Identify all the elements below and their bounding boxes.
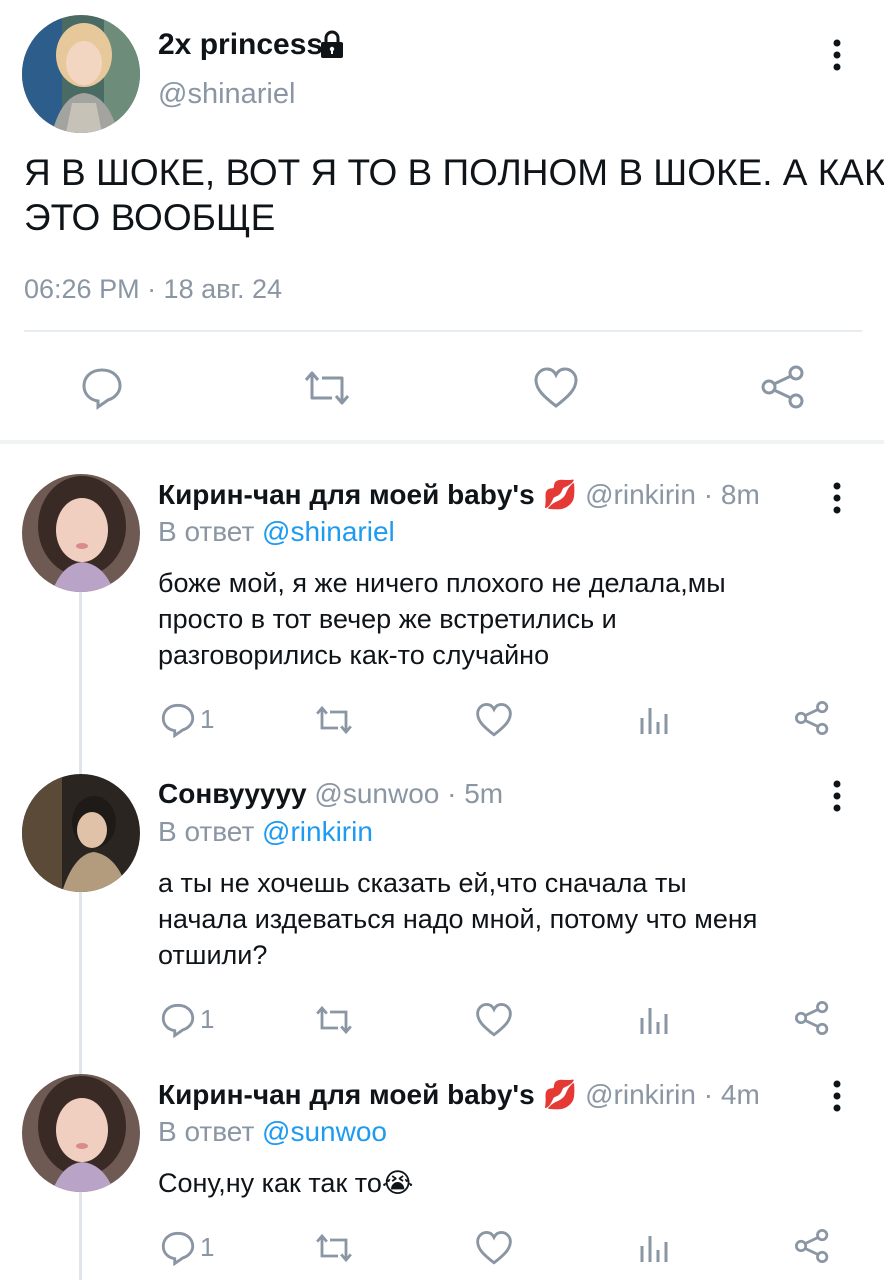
heart-icon[interactable]: [475, 1002, 513, 1038]
replying-to-prefix: В ответ: [158, 816, 255, 847]
reply-text-line1: боже мой, я же ничего плохого не делала,…: [158, 568, 726, 598]
more-vertical-icon[interactable]: [822, 1076, 852, 1116]
reply-icon[interactable]: [80, 366, 124, 410]
reply-header: Сонвууууу @sunwoo · 5m: [158, 778, 503, 812]
reply-handle[interactable]: @rinkirin: [585, 479, 696, 510]
reply-display-name[interactable]: Сонвууууу: [158, 778, 307, 809]
reply-time: · 5m: [447, 778, 504, 809]
reply-display-name[interactable]: Кирин-чан для моей baby's: [158, 1079, 535, 1110]
reply-count: 1: [200, 704, 215, 734]
reply-text-line1: а ты не хочешь сказать ей,что сначала ты: [158, 868, 687, 898]
reply-text-line2: просто в тот вечер же встретились и: [158, 604, 617, 634]
reply-icon[interactable]: [160, 1230, 196, 1266]
reply-count: 1: [200, 1232, 215, 1262]
replying-to-handle[interactable]: @shinariel: [262, 516, 395, 547]
reply-avatar[interactable]: [22, 1074, 140, 1192]
replying-to: В ответ @shinariel: [158, 516, 395, 548]
reply-header: Кирин-чан для моей baby's 💋 @rinkirin · …: [158, 478, 760, 512]
lips-emoji: 💋: [542, 479, 578, 510]
reply-handle[interactable]: @rinkirin: [585, 1079, 696, 1110]
more-vertical-icon[interactable]: [822, 478, 852, 518]
reply-avatar[interactable]: [22, 474, 140, 592]
more-vertical-icon[interactable]: [822, 35, 852, 75]
more-vertical-icon[interactable]: [822, 776, 852, 816]
crying-emoji: 😭: [381, 1168, 414, 1198]
main-handle[interactable]: @shinariel: [158, 78, 295, 111]
main-timestamp: 06:26 PM · 18 авг. 24: [24, 274, 283, 304]
reply-text: Сону,ну как так то😭: [158, 1165, 413, 1201]
main-tweet-text-line2: ЭТО ВООБЩЕ: [24, 197, 276, 238]
replying-to: В ответ @rinkirin: [158, 816, 373, 848]
heart-icon[interactable]: [475, 1230, 513, 1266]
reply-count: 1: [200, 1004, 215, 1034]
analytics-icon[interactable]: [638, 1232, 668, 1264]
retweet-icon[interactable]: [302, 368, 352, 408]
analytics-icon[interactable]: [638, 1004, 668, 1036]
reply-text-line3: разговорились как-то случайно: [158, 640, 550, 670]
retweet-icon[interactable]: [314, 1232, 354, 1264]
reply-icon[interactable]: [160, 1002, 196, 1038]
retweet-icon[interactable]: [314, 704, 354, 736]
replying-to-prefix: В ответ: [158, 516, 255, 547]
reply-icon[interactable]: [160, 702, 196, 738]
main-display-name[interactable]: 2x princess: [158, 28, 323, 62]
reply-time: · 4m: [703, 1079, 760, 1110]
main-avatar[interactable]: [22, 15, 140, 133]
lips-emoji: 💋: [542, 1079, 578, 1110]
heart-icon[interactable]: [533, 366, 579, 410]
share-icon[interactable]: [794, 1228, 830, 1264]
share-icon[interactable]: [794, 1000, 830, 1036]
lock-icon: [316, 29, 348, 61]
share-icon[interactable]: [794, 700, 830, 736]
heart-icon[interactable]: [475, 702, 513, 738]
reply-avatar[interactable]: [22, 774, 140, 892]
replying-to-handle[interactable]: @sunwoo: [262, 1116, 387, 1147]
reply-text-line3: отшили?: [158, 940, 268, 970]
reply-text-line2: начала издеваться надо мной, потому что …: [158, 904, 758, 934]
share-icon[interactable]: [760, 364, 806, 410]
reply-text-line1: Сону,ну как так то: [158, 1168, 382, 1198]
reply-header: Кирин-чан для моей baby's 💋 @rinkirin · …: [158, 1078, 760, 1112]
reply-time: · 8m: [703, 479, 760, 510]
reply-display-name[interactable]: Кирин-чан для моей baby's: [158, 479, 535, 510]
retweet-icon[interactable]: [314, 1004, 354, 1036]
main-tweet-text-line1: Я В ШОКЕ, ВОТ Я ТО В ПОЛНОМ В ШОКЕ. А КА…: [24, 152, 884, 193]
main-divider: [24, 330, 862, 332]
replying-to-handle[interactable]: @rinkirin: [262, 816, 373, 847]
replying-to: В ответ @sunwoo: [158, 1116, 387, 1148]
analytics-icon[interactable]: [638, 704, 668, 736]
replying-to-prefix: В ответ: [158, 1116, 255, 1147]
reply-handle[interactable]: @sunwoo: [314, 778, 439, 809]
section-separator: [0, 440, 884, 444]
